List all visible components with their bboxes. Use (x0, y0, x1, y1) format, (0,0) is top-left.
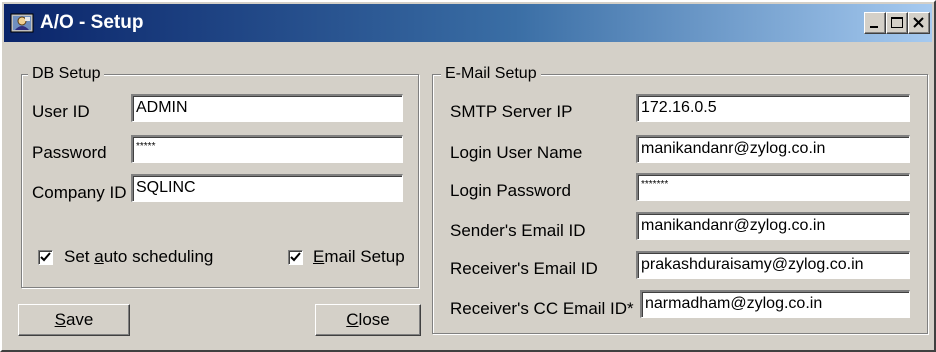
company-id-field[interactable]: SQLINC (131, 174, 403, 202)
sender-email-label: Sender's Email ID (450, 221, 586, 240)
user-id-label: User ID (32, 102, 90, 121)
sender-email-field[interactable]: manikandanr@zylog.co.in (636, 212, 910, 240)
save-label-rest: ave (65, 310, 94, 329)
auto-scheduling-label-pre: Set (64, 247, 95, 266)
receiver-cc-email-field[interactable]: narmadham@zylog.co.in (640, 290, 910, 318)
save-accesskey: S (54, 310, 66, 329)
title-bar[interactable]: A/O - Setup (4, 4, 932, 42)
maximize-icon (891, 17, 903, 28)
login-password-label: Login Password (450, 181, 571, 200)
close-window-button[interactable] (908, 12, 930, 34)
email-setup-legend: E-Mail Setup (441, 64, 541, 84)
save-button[interactable]: Save (18, 304, 130, 336)
login-password-field[interactable]: ******* (636, 173, 910, 201)
smtp-server-label: SMTP Server IP (450, 102, 573, 121)
check-icon (290, 252, 301, 262)
auto-scheduling-label-post: uto scheduling (103, 247, 214, 266)
user-id-field[interactable]: ADMIN (131, 94, 403, 122)
setup-window: A/O - Setup DB Setup User ID ADMIN Passw… (0, 0, 936, 352)
email-setup-label: Email Setup (313, 246, 405, 268)
auto-scheduling-accesskey: a (94, 247, 104, 266)
minimize-icon (870, 26, 878, 28)
close-icon (913, 17, 924, 28)
smtp-server-field[interactable]: 172.16.0.5 (636, 94, 910, 122)
app-icon (10, 12, 34, 34)
auto-scheduling-checkbox[interactable] (38, 250, 53, 265)
close-accesskey: C (346, 310, 359, 329)
maximize-button[interactable] (886, 12, 908, 34)
auto-scheduling-label: Set auto scheduling (64, 246, 213, 268)
email-setup-label-post: mail Setup (324, 247, 405, 266)
email-setup-accesskey: E (313, 247, 325, 266)
login-user-label: Login User Name (450, 143, 583, 162)
close-button[interactable]: Close (315, 304, 421, 336)
window-title: A/O - Setup (40, 12, 144, 33)
receiver-cc-email-label: Receiver's CC Email ID* (450, 299, 634, 318)
minimize-button[interactable] (864, 12, 886, 34)
company-id-label: Company ID (32, 183, 127, 202)
close-label-rest: lose (358, 310, 390, 329)
receiver-email-field[interactable]: prakashduraisamy@zylog.co.in (636, 251, 910, 279)
password-label: Password (32, 143, 107, 162)
db-setup-legend: DB Setup (28, 64, 105, 84)
password-field[interactable]: ***** (131, 135, 403, 163)
receiver-email-label: Receiver's Email ID (450, 259, 598, 278)
email-setup-checkbox[interactable] (288, 250, 303, 265)
login-user-field[interactable]: manikandanr@zylog.co.in (636, 135, 910, 163)
check-icon (40, 252, 51, 262)
